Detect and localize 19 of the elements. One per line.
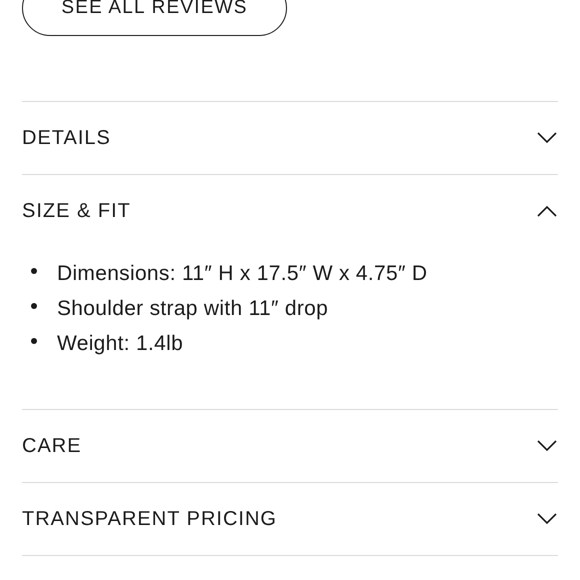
list-item-text: Weight: 1.4lb <box>57 332 184 356</box>
section-title: CARE <box>22 434 82 458</box>
list-item-text: Dimensions: 11″ H x 17.5″ W x 4.75″ D <box>57 262 428 286</box>
chevron-up-icon <box>537 205 557 217</box>
chevron-down-icon <box>537 513 557 525</box>
chevron-down-icon <box>537 132 557 144</box>
section-title: TRANSPARENT PRICING <box>22 508 277 530</box>
bullet-icon <box>31 338 37 344</box>
accordion-header[interactable]: SIZE & FIT <box>22 175 558 247</box>
chevron-down-icon <box>537 440 557 452</box>
list-item-text: Shoulder strap with 11″ drop <box>57 296 328 320</box>
see-all-reviews-button[interactable]: SEE ALL REVIEWS <box>22 0 287 36</box>
bullet-icon <box>31 302 37 308</box>
section-title: SIZE & FIT <box>22 200 131 222</box>
bullet-icon <box>31 268 37 274</box>
section-title: DETAILS <box>22 126 111 150</box>
accordion-header[interactable]: TRANSPARENT PRICING <box>22 483 558 555</box>
accordion-header[interactable]: CARE <box>22 410 558 482</box>
accordion-header[interactable]: DETAILS <box>22 102 558 174</box>
